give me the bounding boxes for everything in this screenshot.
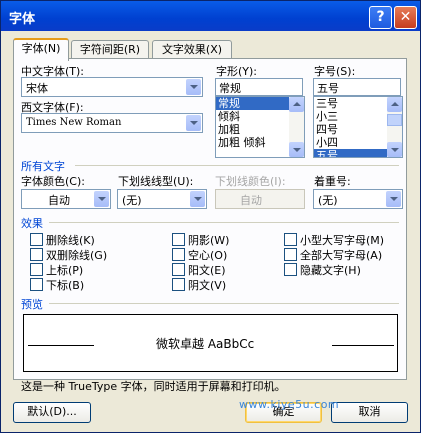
preview-baseline-right	[332, 345, 394, 346]
chevron-down-icon[interactable]	[386, 191, 401, 207]
chevron-down-icon[interactable]	[94, 191, 109, 207]
superscript-checkbox[interactable]	[30, 263, 43, 276]
hidden-text-label: 隐藏文字(H)	[300, 264, 361, 277]
superscript-label: 上标(P)	[46, 264, 84, 277]
font-style-input[interactable]: 常规	[215, 78, 303, 96]
double-strikethrough-checkbox[interactable]	[30, 248, 43, 261]
title-bar: 字体 ? ✕	[1, 1, 420, 31]
shadow-label: 阴影(W)	[188, 234, 230, 247]
scroll-up-icon[interactable]	[387, 97, 402, 112]
section-divider	[49, 303, 399, 304]
all-caps-checkbox[interactable]	[284, 248, 297, 261]
preview-sample-text: 微软卓越 AaBbCc	[156, 337, 255, 351]
scroll-down-icon[interactable]	[289, 142, 304, 157]
size-list-scrollbar[interactable]	[387, 97, 402, 157]
subscript-label: 下标(B)	[46, 279, 85, 292]
small-caps-label: 小型大写字母(M)	[300, 234, 385, 247]
tab-text-effects[interactable]: 文字效果(X)	[152, 40, 232, 59]
watermark: www.kiye5u.com	[239, 398, 340, 411]
font-style-list[interactable]: 常规 倾斜 加粗 加粗 倾斜	[215, 96, 305, 158]
font-size-list[interactable]: 三号 小三 四号 小四 五号	[313, 96, 403, 158]
preview-box: 微软卓越 AaBbCc	[23, 314, 398, 372]
dialog-title: 字体	[9, 12, 36, 27]
default-button[interactable]: 默认(D)...	[13, 402, 91, 423]
chevron-down-icon[interactable]	[190, 191, 205, 207]
effects-section-title: 效果	[21, 217, 43, 230]
scroll-up-icon[interactable]	[289, 97, 304, 112]
section-divider	[75, 165, 399, 166]
style-list-scrollbar[interactable]	[289, 97, 304, 157]
emphasis-mark-label: 着重号:	[314, 175, 351, 188]
preview-section-title: 预览	[21, 298, 43, 311]
underline-color-label: 下划线颜色(I):	[215, 175, 286, 188]
font-dialog: 字体 ? ✕ 字体(N) 字符间距(R) 文字效果(X) 中文字体(T): 宋体…	[0, 0, 421, 433]
font-size-input[interactable]: 五号	[313, 78, 401, 96]
strikethrough-label: 删除线(K)	[46, 234, 95, 247]
emboss-label: 阳文(E)	[188, 264, 226, 277]
underline-style-select[interactable]: (无)	[117, 189, 207, 209]
double-strikethrough-label: 双删除线(G)	[46, 249, 108, 262]
tab-font[interactable]: 字体(N)	[13, 38, 69, 61]
preview-baseline-left	[28, 345, 94, 346]
font-color-label: 字体颜色(C):	[21, 175, 85, 188]
tab-char-spacing[interactable]: 字符间距(R)	[71, 40, 149, 59]
engrave-checkbox[interactable]	[172, 278, 185, 291]
engrave-label: 阴文(V)	[188, 279, 227, 292]
section-divider	[49, 222, 399, 223]
close-button[interactable]: ✕	[394, 6, 417, 29]
cancel-button[interactable]: 取消	[331, 402, 408, 423]
strikethrough-checkbox[interactable]	[30, 233, 43, 246]
help-button[interactable]: ?	[369, 6, 392, 29]
font-color-select[interactable]: 自动	[21, 189, 111, 209]
font-style-label: 字形(Y):	[216, 65, 258, 78]
outline-checkbox[interactable]	[172, 248, 185, 261]
chinese-font-select[interactable]: 宋体	[21, 77, 203, 97]
chevron-down-icon[interactable]	[186, 79, 201, 95]
all-text-section-title: 所有文字	[21, 160, 65, 173]
hidden-text-checkbox[interactable]	[284, 263, 297, 276]
emphasis-mark-select[interactable]: (无)	[313, 189, 403, 209]
outline-label: 空心(O)	[188, 249, 228, 262]
font-info-note: 这是一种 TrueType 字体，同时适用于屏幕和打印机。	[21, 380, 286, 393]
emboss-checkbox[interactable]	[172, 263, 185, 276]
underline-style-label: 下划线线型(U):	[118, 175, 194, 188]
scroll-thumb[interactable]	[387, 114, 402, 126]
underline-color-select: 自动	[215, 189, 305, 209]
subscript-checkbox[interactable]	[30, 278, 43, 291]
chevron-down-icon[interactable]	[186, 115, 201, 131]
font-size-label: 字号(S):	[314, 65, 356, 78]
scroll-down-icon[interactable]	[387, 142, 402, 157]
western-font-select[interactable]: Times New Roman	[21, 113, 203, 133]
shadow-checkbox[interactable]	[172, 233, 185, 246]
small-caps-checkbox[interactable]	[284, 233, 297, 246]
all-caps-label: 全部大写字母(A)	[300, 249, 383, 262]
